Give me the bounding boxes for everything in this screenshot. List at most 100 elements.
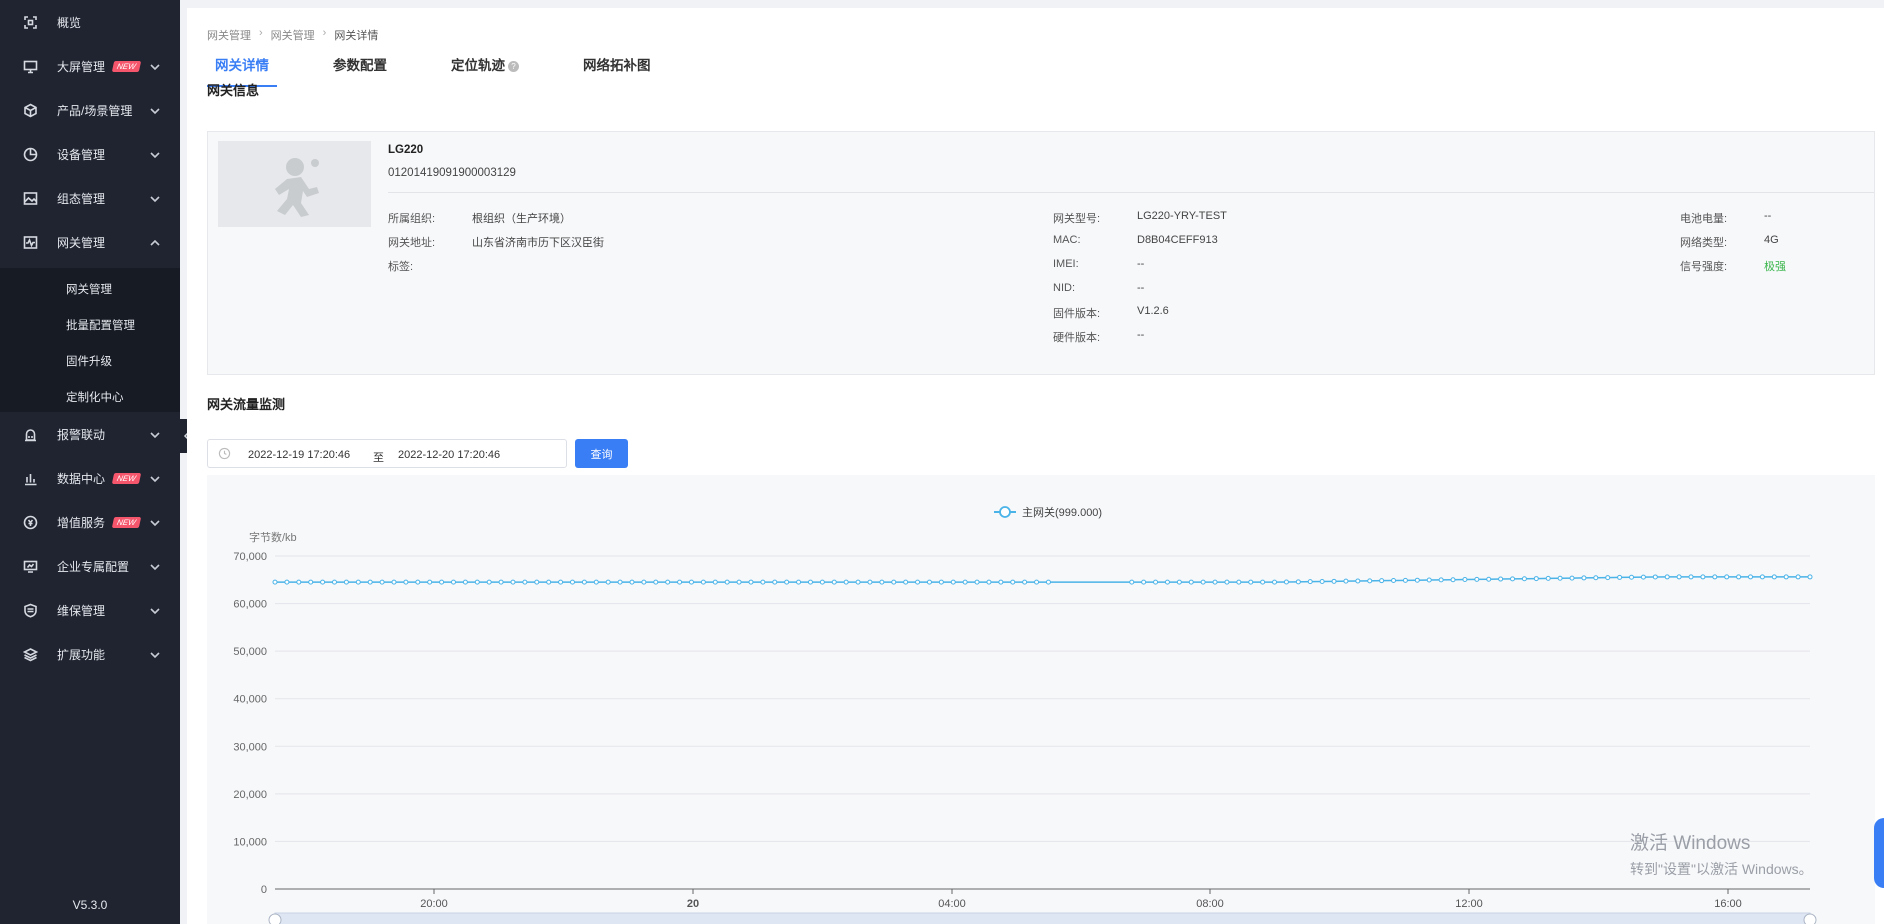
sidebar-item-9[interactable]: 增值服务 NEW [0,500,180,544]
sidebar-item-4[interactable]: 设备管理 [0,132,180,176]
field-address: 网关地址: 山东省济南市历下区汉臣街 [388,234,604,250]
field-organization: 所属组织: 根组织（生产环境） [388,210,571,226]
sidebar-item-label: 大屏管理 [57,59,106,74]
data-point [1569,575,1575,581]
data-point [1260,579,1266,585]
sidebar-item-6[interactable]: 网关管理 [0,220,180,264]
breadcrumb-item[interactable]: 网关管理 [271,27,315,43]
field-nid: NID: -- [1053,282,1144,294]
data-point [1224,579,1230,585]
breadcrumb: 网关管理 › 网关管理 › 网关详情 [207,27,378,43]
cube-icon [22,102,38,118]
overview-icon [22,14,38,30]
data-point [1771,574,1777,580]
breadcrumb-current: 网关详情 [334,30,379,42]
y-tick-label: 0 [261,884,267,896]
tab-label: 网关详情 [215,58,269,73]
field-key: 硬件版本: [1053,332,1101,344]
field-value: -- [1137,329,1145,341]
data-point [1402,577,1408,583]
data-point [534,579,540,585]
chevron-down-icon [150,473,160,483]
submenu-item-batch-config[interactable]: 批量配置管理 [66,317,135,333]
submenu-item-firmware-upgrade[interactable]: 固件升级 [66,353,112,369]
zoom-handle-right [1803,913,1817,924]
tab-label: 参数配置 [333,58,387,73]
sidebar-item-7[interactable]: 报警联动 [0,412,180,456]
chevron-down-icon [150,561,160,571]
sidebar-item-12[interactable]: 扩展功能 [0,632,180,676]
alarm-icon [22,426,38,442]
y-tick-label: 70,000 [233,551,267,563]
new-badge: NEW [111,473,141,484]
data-point [569,579,575,585]
sidebar-item-8[interactable]: 数据中心 NEW [0,456,180,500]
watermark-line1: 激活 Windows [1630,833,1751,854]
data-point [1295,579,1301,585]
field-key: 网关型号: [1053,213,1101,225]
data-point [796,579,802,585]
start-date-input[interactable]: 2022-12-19 17:20:46 [248,449,350,461]
date-range-picker[interactable]: 2022-12-19 17:20:46 至 2022-12-20 17:20:4… [207,439,567,468]
field-value: 根组织（生产环境） [472,213,571,225]
new-badge: NEW [111,61,141,72]
data-point [1498,576,1504,582]
data-point [724,579,730,585]
data-point [748,579,754,585]
field-value: 山东省济南市历下区汉臣街 [472,237,604,249]
sidebar-item-label: 扩展功能 [57,647,106,662]
end-date-input[interactable]: 2022-12-20 17:20:46 [398,449,500,461]
data-point [1688,574,1694,580]
field-key: MAC: [1053,234,1081,246]
data-point [1450,577,1456,583]
submenu-item-custom-center[interactable]: 定制化中心 [66,389,124,405]
sidebar-item-10[interactable]: 企业专属配置 [0,544,180,588]
field-value: 4G [1764,234,1779,246]
data-point [1129,579,1135,585]
data-point [1521,576,1527,582]
layers-icon [22,646,38,662]
submenu-item-gateway-manage[interactable]: 网关管理 [66,281,112,297]
data-point [1486,576,1492,582]
sidebar-item-3[interactable]: 产品/场景管理 [0,88,180,132]
sidebar-item-label: 网关管理 [57,235,106,250]
sidebar-item-label: 产品/场景管理 [57,103,133,118]
sidebar-item-2[interactable]: 大屏管理 NEW [0,44,180,88]
breadcrumb-item[interactable]: 网关管理 [207,27,251,43]
sidebar-item-label: 设备管理 [57,147,106,162]
data-point [593,579,599,585]
data-point [1331,578,1337,584]
data-point [343,579,349,585]
data-point [1391,578,1397,584]
field-battery: 电池电量: -- [1680,210,1771,226]
tab-param-config[interactable]: 参数配置 [325,54,395,84]
windows-activation-watermark: 激活 Windows 转到"设置"以激活 Windows。 [1630,828,1813,879]
data-point [855,579,861,585]
data-point [1581,575,1587,581]
help-icon[interactable]: ? [508,60,519,72]
sidebar-item-11[interactable]: 维保管理 [0,588,180,632]
data-point [474,579,480,585]
data-point [760,579,766,585]
field-key: 所属组织: [388,213,436,225]
data-point [1783,574,1789,580]
pie-chart-icon [22,146,38,162]
device-name: LG220 [388,144,424,156]
data-point [415,579,421,585]
x-tick-label: 16:00 [1714,898,1742,910]
y-tick-label: 40,000 [233,694,267,706]
data-point [1807,574,1813,580]
sidebar-item-label: 维保管理 [57,603,106,618]
query-button[interactable]: 查询 [575,439,628,468]
bar-chart-icon [22,470,38,486]
tab-location-track[interactable]: 定位轨迹? [443,54,527,84]
sidebar-item-5[interactable]: 组态管理 [0,176,180,220]
sidebar-item-1[interactable]: 概览 [0,0,180,44]
floating-help-button[interactable] [1874,818,1884,888]
divider [388,192,1874,193]
chevron-down-icon [150,61,160,71]
data-point [1164,579,1170,585]
tab-network-topology[interactable]: 网络拓补图 [575,54,659,84]
shield-icon [22,602,38,618]
data-point [1617,574,1623,580]
